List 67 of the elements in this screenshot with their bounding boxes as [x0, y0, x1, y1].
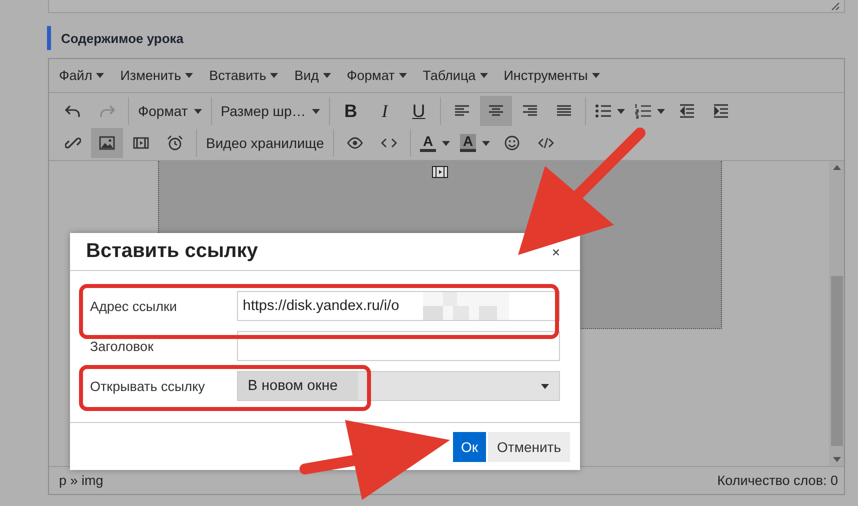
toolbar-button[interactable]: Видео хранилище	[202, 128, 328, 158]
menu-item[interactable]: Вставить	[201, 68, 286, 83]
caret-icon	[194, 108, 202, 114]
cancel-button[interactable]: Отменить	[488, 432, 570, 462]
film-icon	[133, 135, 149, 151]
toolbar-button[interactable]	[91, 128, 123, 158]
menu-item[interactable]: Файл	[51, 68, 112, 83]
caret-icon	[312, 108, 320, 114]
text-color-button[interactable]: A	[416, 128, 454, 158]
underline-button[interactable]: U	[402, 96, 435, 126]
field-label: Заголовок	[90, 338, 154, 354]
menu-item[interactable]: Таблица	[414, 68, 496, 83]
element-path: p » img	[59, 473, 104, 488]
smiley-icon	[504, 135, 520, 151]
background-color-button[interactable]: A	[456, 128, 494, 158]
caret-icon	[442, 140, 450, 146]
caret-icon	[656, 108, 665, 114]
film-icon	[432, 166, 448, 178]
dropdown-button[interactable]: Формат	[134, 96, 206, 126]
dialog-title: Вставить ссылку	[86, 240, 258, 263]
outdent-icon	[678, 103, 695, 119]
numbered-list-icon	[634, 103, 651, 119]
scroll-thumb[interactable]	[830, 276, 842, 446]
scroll-up-icon[interactable]	[832, 165, 840, 170]
toolbar-button[interactable]	[480, 96, 512, 126]
undo-icon	[65, 103, 81, 119]
select-field[interactable]: В новом окне	[236, 371, 560, 401]
section-title: Содержимое урока	[61, 30, 184, 46]
caret-icon	[96, 73, 104, 78]
link-icon	[65, 135, 81, 151]
source-code-icon	[538, 135, 554, 151]
caret-icon	[185, 73, 194, 78]
align-justify-icon	[556, 103, 572, 119]
ok-button[interactable]: Ок	[453, 432, 486, 462]
field-label: Открывать ссылку	[90, 378, 206, 394]
bullet-list-icon	[594, 103, 611, 119]
align-left-icon	[454, 103, 470, 119]
image-icon	[99, 135, 115, 151]
align-center-icon	[488, 103, 504, 119]
alarm-clock-icon	[167, 135, 183, 151]
caret-icon	[270, 73, 278, 78]
accent-bar	[47, 26, 51, 50]
caret-icon	[480, 73, 488, 78]
menu-item[interactable]: Инструменты	[496, 68, 608, 83]
scroll-down-icon[interactable]	[832, 457, 840, 462]
italic-button[interactable]: I	[368, 96, 401, 126]
menu-item[interactable]: Вид	[286, 68, 339, 83]
caret-icon	[482, 140, 490, 146]
word-count: Количество слов: 0	[717, 473, 838, 488]
bold-button[interactable]: B	[334, 96, 367, 126]
caret-icon	[616, 108, 625, 114]
field-label: Адрес ссылки	[90, 298, 178, 314]
menu-item[interactable]: Формат	[338, 68, 415, 83]
caret-icon	[322, 73, 331, 78]
scrollbar[interactable]	[829, 161, 844, 466]
dropdown-button[interactable]: Размер шр…	[216, 96, 324, 126]
caret-icon	[398, 73, 407, 78]
menu-item[interactable]: Изменить	[112, 68, 202, 83]
caret-icon	[592, 73, 600, 78]
redo-icon	[99, 103, 115, 119]
close-button[interactable]: ×	[548, 244, 564, 260]
eye-icon	[347, 135, 364, 151]
input-field[interactable]: https://disk.yandex.ru/i/o	[236, 291, 560, 321]
caret-icon	[541, 384, 549, 388]
align-right-icon	[522, 103, 538, 119]
indent-icon	[712, 103, 729, 119]
resize-grip-icon	[831, 2, 840, 11]
